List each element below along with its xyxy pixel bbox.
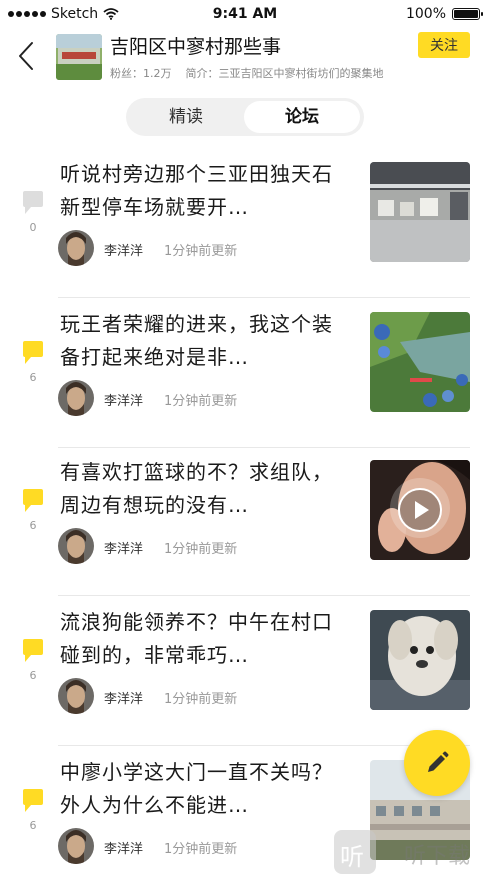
post-thumbnail[interactable]: [370, 610, 470, 710]
comment-icon: [23, 789, 43, 812]
post-item[interactable]: 6 有喜欢打篮球的不？求组队，周边有想玩的没有… 李洋洋 1分钟前更新: [0, 446, 490, 596]
compose-button[interactable]: [404, 730, 470, 796]
update-time: 1分钟前更新: [164, 842, 238, 857]
group-avatar[interactable]: [56, 34, 102, 80]
author-name[interactable]: 李洋洋: [104, 538, 143, 557]
tab-luntan[interactable]: 论坛: [244, 101, 360, 133]
update-time: 1分钟前更新: [164, 394, 238, 409]
follow-button[interactable]: 关注: [418, 32, 470, 58]
status-bar: Sketch 9:41 AM 100%: [0, 0, 490, 28]
comment-count: 6: [29, 519, 37, 532]
post-title[interactable]: 中廖小学这大门一直不关吗？外人为什么不能进…: [60, 756, 352, 822]
group-header: 吉阳区中寥村那些事 粉丝：1.2万 简介：三亚吉阳区中寥村街坊们的聚集地 关注: [0, 28, 490, 86]
back-arrow-icon[interactable]: [14, 40, 40, 72]
author-avatar[interactable]: [58, 828, 94, 864]
author-avatar[interactable]: [58, 528, 94, 564]
comment-icon: [23, 341, 43, 364]
play-icon[interactable]: [398, 488, 442, 532]
author-name[interactable]: 李洋洋: [104, 240, 143, 259]
update-time: 1分钟前更新: [164, 692, 238, 707]
author-name[interactable]: 李洋洋: [104, 688, 143, 707]
post-title[interactable]: 听说村旁边那个三亚田独天石新型停车场就要开…: [60, 158, 352, 224]
author-name[interactable]: 李洋洋: [104, 390, 143, 409]
comment-icon: [23, 489, 43, 512]
post-item[interactable]: 6 玩王者荣耀的进来，我这个装备打起来绝对是非… 李洋洋 1分钟前更新: [0, 298, 490, 448]
post-item[interactable]: 0 听说村旁边那个三亚田独天石新型停车场就要开… 李洋洋 1分钟前更新: [0, 148, 490, 298]
post-thumbnail[interactable]: [370, 162, 470, 262]
update-time: 1分钟前更新: [164, 244, 238, 259]
author-avatar[interactable]: [58, 230, 94, 266]
group-title: 吉阳区中寥村那些事: [110, 36, 282, 58]
battery-icon: [452, 8, 483, 20]
comment-count: 6: [29, 371, 37, 384]
segment-tabs: 精读 论坛: [126, 98, 364, 136]
battery-percent: 100%: [405, 6, 446, 22]
watermark-glyph: 听: [340, 843, 364, 871]
author-name[interactable]: 李洋洋: [104, 838, 143, 857]
tab-jingdu[interactable]: 精读: [130, 98, 242, 136]
pencil-icon: [428, 751, 449, 772]
update-time: 1分钟前更新: [164, 542, 238, 557]
comment-count: 6: [29, 669, 37, 682]
post-title[interactable]: 流浪狗能领养不？中午在村口碰到的，非常乖巧…: [60, 606, 352, 672]
comment-count: 0: [29, 221, 37, 234]
comment-count: 6: [29, 819, 37, 832]
watermark: 听 听下载: [334, 828, 490, 876]
author-avatar[interactable]: [58, 380, 94, 416]
author-avatar[interactable]: [58, 678, 94, 714]
fans-count: 粉丝：1.2万: [110, 67, 172, 80]
post-thumbnail[interactable]: [370, 312, 470, 412]
group-intro: 简介：三亚吉阳区中寥村街坊们的聚集地: [185, 67, 384, 80]
post-title[interactable]: 玩王者荣耀的进来，我这个装备打起来绝对是非…: [60, 308, 352, 374]
comment-icon: [23, 191, 43, 214]
watermark-text: 听下载: [404, 844, 471, 869]
post-item[interactable]: 6 流浪狗能领养不？中午在村口碰到的，非常乖巧… 李洋洋 1分钟前更新: [0, 596, 490, 746]
group-meta: 粉丝：1.2万 简介：三亚吉阳区中寥村街坊们的聚集地: [110, 65, 384, 81]
post-title[interactable]: 有喜欢打篮球的不？求组队，周边有想玩的没有…: [60, 456, 352, 522]
comment-icon: [23, 639, 43, 662]
